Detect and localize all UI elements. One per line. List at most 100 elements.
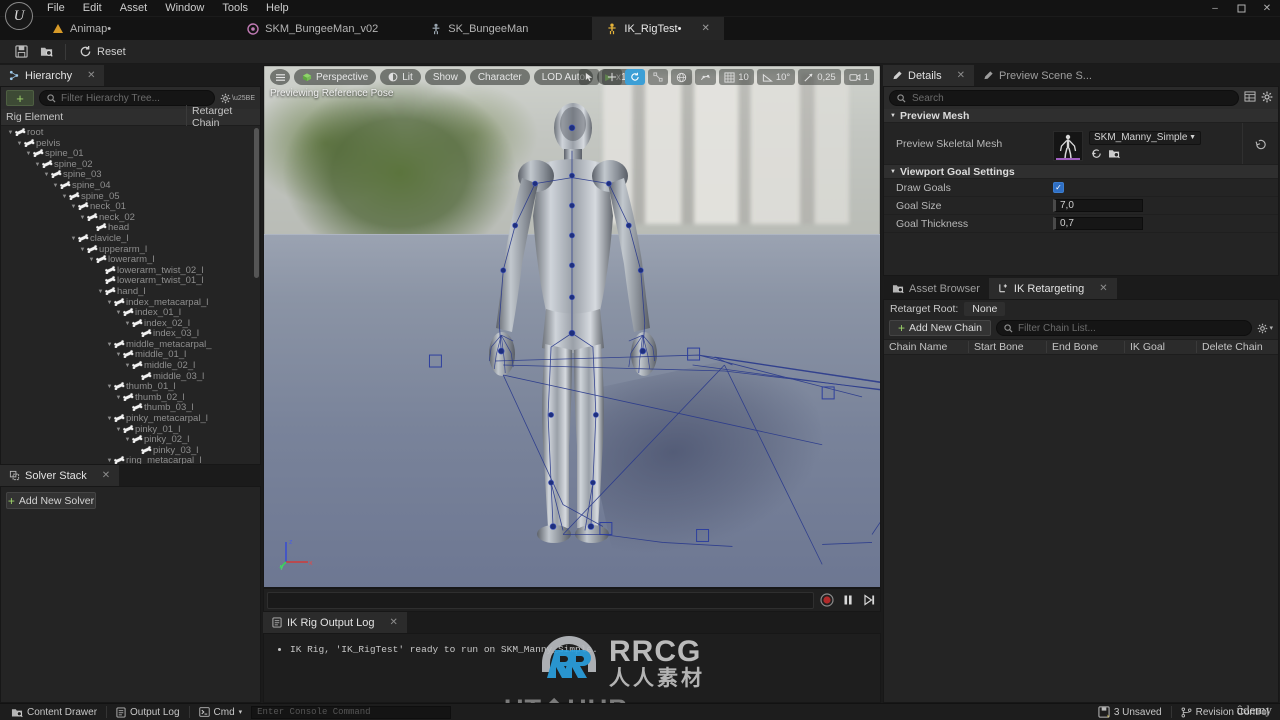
tab-sk-bungeeman[interactable]: SK_BungeeMan: [416, 17, 542, 40]
expander-icon[interactable]: ▼: [123, 435, 132, 446]
add-new-solver-button[interactable]: + Add New Solver: [6, 492, 96, 509]
unsaved-assets-button[interactable]: 3 Unsaved: [1091, 705, 1169, 720]
reset-button[interactable]: Reset: [71, 41, 134, 63]
expander-icon[interactable]: ▼: [105, 382, 114, 393]
menu-edit[interactable]: Edit: [74, 0, 111, 17]
viewport-lit-button[interactable]: Lit: [380, 69, 421, 85]
viewport-menu-button[interactable]: [270, 69, 290, 85]
output-log-button[interactable]: Output Log: [109, 705, 186, 720]
preview-mesh-combo[interactable]: SKM_Manny_Simple ▼: [1089, 130, 1201, 145]
tree-item-index_01_l[interactable]: ▼ index_01_l: [1, 307, 260, 319]
section-preview-mesh[interactable]: ▼ Preview Mesh: [884, 109, 1278, 123]
tree-item-spine_01[interactable]: ▼ spine_01: [1, 149, 260, 160]
expander-icon[interactable]: ▼: [33, 160, 42, 171]
tab-ik-retargeting[interactable]: IK Retargeting ✕: [988, 278, 1117, 299]
expander-icon[interactable]: ▼: [78, 213, 87, 224]
menu-window[interactable]: Window: [156, 0, 213, 17]
viewport-character-button[interactable]: Character: [469, 69, 530, 85]
expander-icon[interactable]: ▼: [51, 181, 60, 192]
tree-item-pinky_02_l[interactable]: ▼ pinky_02_l: [1, 435, 260, 446]
surface-snap-button[interactable]: [695, 69, 717, 85]
tab-preview-scene-settings[interactable]: Preview Scene S...: [974, 65, 1101, 86]
tree-item-clavicle_l[interactable]: ▼ clavicle_l: [1, 233, 260, 245]
unreal-logo[interactable]: U: [5, 2, 33, 30]
add-new-chain-button[interactable]: + Add New Chain: [889, 320, 991, 336]
expander-icon[interactable]: ▼: [105, 340, 114, 351]
ik-retargeting-tab-close-icon[interactable]: ✕: [1099, 283, 1107, 294]
scale-snap-button[interactable]: 0,25: [798, 69, 841, 85]
menu-asset[interactable]: Asset: [111, 0, 157, 17]
solver-tab-close-icon[interactable]: ✕: [102, 470, 110, 481]
close-button[interactable]: ✕: [1254, 0, 1280, 16]
details-settings-button[interactable]: [1261, 91, 1273, 106]
tab-asset-browser[interactable]: Asset Browser: [883, 278, 989, 299]
revision-control-button[interactable]: Revision Control: [1174, 705, 1276, 720]
section-viewport-goal-settings[interactable]: ▼ Viewport Goal Settings: [884, 165, 1278, 179]
grid-snap-button[interactable]: 10: [719, 69, 754, 85]
retarget-root-value[interactable]: None: [964, 301, 1006, 316]
column-end-bone[interactable]: End Bone: [1047, 341, 1125, 353]
expander-icon[interactable]: ▼: [78, 245, 87, 256]
hierarchy-settings-button[interactable]: \u25BE: [220, 93, 255, 104]
browse-to-asset-icon[interactable]: [1108, 148, 1121, 159]
console-command-input[interactable]: Enter Console Command: [251, 705, 452, 719]
tree-item-thumb_02_l[interactable]: ▼ thumb_02_l: [1, 392, 260, 404]
tree-item-middle_01_l[interactable]: ▼ middle_01_l: [1, 350, 260, 361]
ik-goal-handles[interactable]: [264, 66, 880, 587]
expander-icon[interactable]: ▼: [69, 202, 78, 213]
timeline-track[interactable]: [267, 591, 814, 609]
tree-item-hand_l[interactable]: ▼ hand_l: [1, 286, 260, 298]
pause-button[interactable]: [839, 592, 856, 609]
mesh-thumbnail[interactable]: [1053, 130, 1083, 161]
column-ik-goal[interactable]: IK Goal: [1125, 341, 1197, 353]
menu-help[interactable]: Help: [257, 0, 298, 17]
tree-item-neck_02[interactable]: ▼ neck_02: [1, 212, 260, 224]
save-button[interactable]: [8, 40, 34, 64]
tab-solver-stack[interactable]: Solver Stack ✕: [0, 465, 120, 486]
add-rig-element-button[interactable]: +: [6, 90, 34, 106]
tree-item-root[interactable]: ▼ root: [1, 127, 260, 139]
tab-skm-bungeeman-v02[interactable]: SKM_BungeeMan_v02: [233, 17, 392, 40]
tab-hierarchy[interactable]: Hierarchy ✕: [0, 65, 105, 86]
angle-snap-button[interactable]: 10°: [756, 69, 796, 85]
scale-tool-button[interactable]: [648, 69, 669, 85]
viewport-3d[interactable]: Perspective Lit Show Character LOD Auto …: [263, 65, 881, 588]
tree-item-pinky_01_l[interactable]: ▼ pinky_01_l: [1, 424, 260, 436]
cmd-selector[interactable]: Cmd ▾: [192, 705, 250, 720]
details-column-view-button[interactable]: [1244, 91, 1256, 105]
column-chain-name[interactable]: Chain Name: [884, 341, 969, 353]
draw-goals-checkbox[interactable]: ✓: [1053, 182, 1064, 193]
tree-item-index_02_l[interactable]: ▼ index_02_l: [1, 318, 260, 330]
expander-icon[interactable]: ▼: [114, 425, 123, 436]
select-tool-button[interactable]: [579, 69, 600, 85]
retarget-settings-button[interactable]: ▾: [1257, 323, 1273, 334]
chain-filter-input[interactable]: Filter Chain List...: [995, 320, 1253, 336]
tree-item-head[interactable]: ▼head: [1, 223, 260, 234]
output-log-panel[interactable]: IK Rig, 'IK_RigTest' ready to run on SKM…: [263, 633, 881, 703]
tree-item-ring_metacarpal_l[interactable]: ▼ ring_metacarpal_l: [1, 456, 260, 464]
rig-element-tree[interactable]: ▼ root ▼ pelvis ▼ spine_01 ▼ spine_02 ▼ spine_03 ▼…: [1, 126, 260, 464]
column-start-bone[interactable]: Start Bone: [969, 341, 1047, 353]
expander-icon[interactable]: ▼: [123, 319, 132, 330]
expander-icon[interactable]: ▼: [87, 255, 96, 266]
content-drawer-button[interactable]: Content Drawer: [4, 705, 104, 720]
expander-icon[interactable]: ▼: [114, 350, 123, 361]
tab-ik-rigtest[interactable]: IK_RigTest• ✕: [592, 17, 724, 40]
maximize-button[interactable]: [1228, 0, 1254, 16]
tree-item-middle_02_l[interactable]: ▼ middle_02_l: [1, 360, 260, 372]
viewport-show-button[interactable]: Show: [424, 69, 466, 85]
expander-icon[interactable]: ▼: [123, 361, 132, 372]
viewport-perspective-button[interactable]: Perspective: [294, 69, 377, 85]
expander-icon[interactable]: ▼: [6, 128, 15, 139]
expander-icon[interactable]: ▼: [24, 149, 33, 160]
hierarchy-tab-close-icon[interactable]: ✕: [87, 70, 95, 81]
tab-ik-rig-output-log[interactable]: IK Rig Output Log ✕: [263, 612, 407, 633]
tree-item-spine_02[interactable]: ▼ spine_02: [1, 159, 260, 171]
world-space-button[interactable]: [671, 69, 693, 85]
rotate-tool-button[interactable]: [625, 69, 646, 85]
expander-icon[interactable]: ▼: [42, 170, 51, 181]
output-log-tab-close-icon[interactable]: ✕: [389, 617, 397, 628]
expander-icon[interactable]: ▼: [15, 139, 24, 150]
browse-button[interactable]: [34, 40, 60, 64]
details-search-input[interactable]: Search: [889, 90, 1239, 106]
